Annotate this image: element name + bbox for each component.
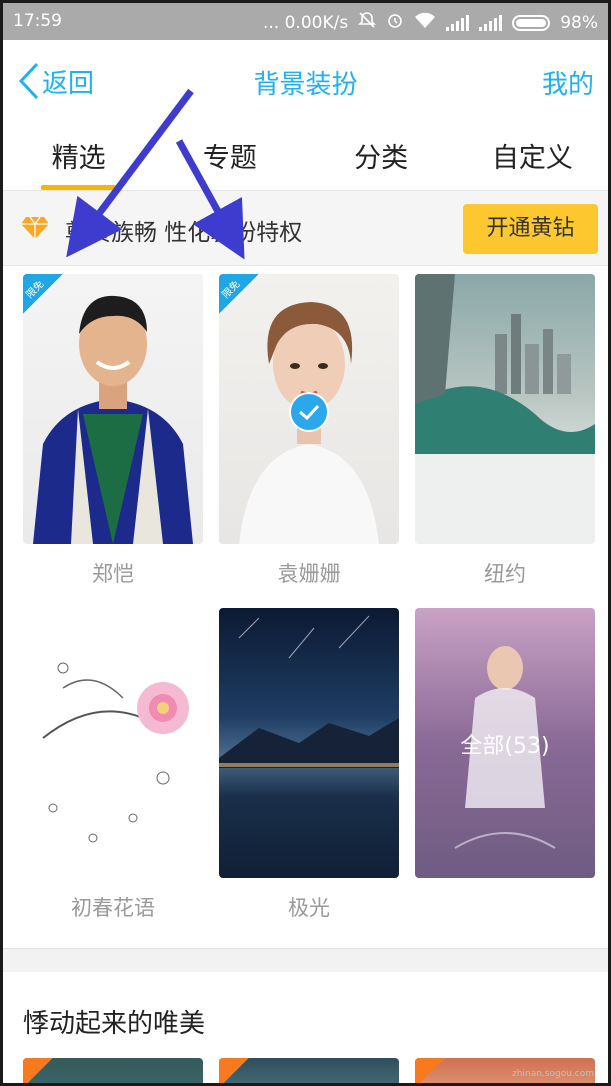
mute-icon (358, 11, 377, 34)
flower-illustration (42, 662, 189, 843)
background-card[interactable]: 纽约 (415, 274, 595, 588)
section-title: 悸动起来的唯美 (23, 1009, 206, 1039)
background-thumbnail[interactable] (415, 274, 595, 544)
app-screen: 17:59 ... 0.00K/s 98% 返回 背景装扮 我的 精选 专题 分… (0, 0, 611, 1086)
battery-icon (512, 14, 551, 31)
promo-text-body: 贵族畅 性化装扮特权 (88, 220, 303, 246)
free-badge: 限免 (23, 274, 63, 314)
nav-bar: 返回 背景装扮 我的 (3, 40, 608, 122)
section-thumbnail[interactable] (219, 1058, 399, 1083)
battery-percent: 98% (560, 12, 598, 33)
background-card[interactable]: 极光 (219, 608, 399, 922)
background-thumbnail[interactable] (23, 608, 203, 878)
section-thumbnail[interactable] (23, 1058, 203, 1083)
background-name: 袁姗姗 (277, 562, 341, 586)
background-name: 纽约 (484, 562, 526, 586)
network-speed: ... 0.00K/s (263, 12, 349, 33)
status-bar: 17:59 ... 0.00K/s 98% (3, 3, 608, 40)
signal-icon-2 (479, 14, 503, 31)
background-grid: 限免 郑恺 限免 袁姗姗 纽约 初春花语 极光 全部(53) (3, 266, 608, 948)
status-time: 17:59 (13, 11, 62, 31)
page-title: 背景装扮 (253, 70, 358, 100)
background-card[interactable]: 限免 袁姗姗 (219, 274, 399, 588)
all-count-label: 全部(53) (460, 734, 550, 759)
all-backgrounds-card[interactable]: 全部(53) (415, 608, 595, 892)
diamond-icon (20, 215, 50, 245)
status-icons: ... 0.00K/s 98% (263, 11, 598, 34)
tab-custom[interactable]: 自定义 (457, 122, 608, 190)
hot-badge-icon (219, 1058, 249, 1083)
aurora-illustration (219, 615, 399, 768)
tab-bar: 精选 专题 分类 自定义 (3, 122, 608, 190)
city-illustration (415, 274, 595, 544)
my-link[interactable]: 我的 (542, 64, 594, 101)
background-name: 初春花语 (71, 896, 155, 920)
background-name: 郑恺 (92, 562, 134, 586)
selected-check-icon (289, 392, 329, 432)
tab-featured[interactable]: 精选 (3, 122, 154, 190)
background-card[interactable]: 限免 郑恺 (23, 274, 203, 588)
watermark: zhinan.sogou.com (512, 1069, 594, 1079)
background-card[interactable]: 初春花语 (23, 608, 203, 922)
background-thumbnail[interactable]: 全部(53) (415, 608, 595, 878)
background-thumbnail[interactable]: 限免 (219, 274, 399, 544)
tab-categories[interactable]: 分类 (306, 122, 457, 190)
wifi-icon (414, 12, 436, 33)
promo-text: 尊贵族畅 性化装扮特权 (65, 213, 302, 247)
background-name: 极光 (288, 896, 330, 920)
signal-icon-1 (446, 14, 470, 31)
vip-promo-bar: 尊贵族畅 性化装扮特权 开通黄钻 (3, 190, 608, 266)
promo-text-prefix: 尊 (65, 220, 88, 246)
background-thumbnail[interactable] (219, 608, 399, 878)
free-badge: 限免 (219, 274, 259, 314)
open-vip-button[interactable]: 开通黄钻 (463, 204, 598, 254)
portrait-illustration (33, 295, 193, 544)
background-thumbnail[interactable]: 限免 (23, 274, 203, 544)
hot-badge-icon (23, 1058, 53, 1083)
section-divider (3, 948, 608, 972)
tab-topics[interactable]: 专题 (154, 122, 305, 190)
hot-badge-icon (415, 1058, 445, 1083)
alarm-icon (386, 11, 404, 34)
